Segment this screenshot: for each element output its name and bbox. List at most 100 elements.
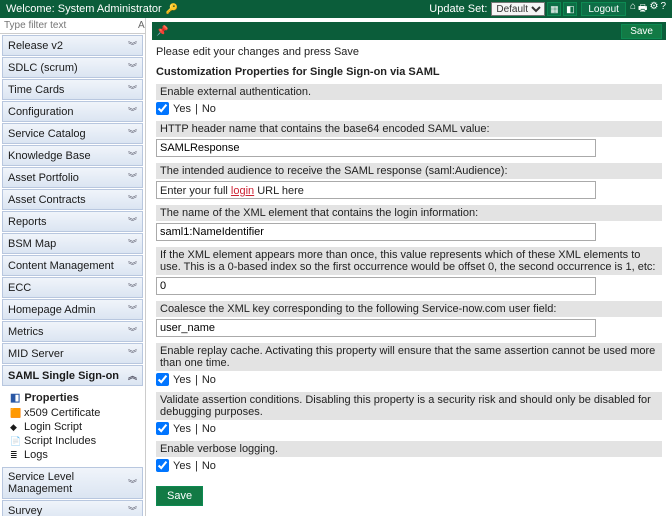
sidebar-link-x509[interactable]: 🟧x509 Certificate — [10, 406, 141, 420]
header-name-input[interactable] — [156, 139, 596, 157]
home-icon[interactable]: ⌂ — [630, 1, 636, 18]
key-icon: 🔑 — [166, 4, 178, 15]
help-icon[interactable]: ? — [660, 1, 666, 18]
prop-verbose-label: Enable verbose logging. — [156, 441, 662, 457]
sidebar-item[interactable]: SDLC (scrum) ︾ — [2, 57, 143, 78]
properties-icon: ◧ — [10, 391, 20, 404]
prop-enable-auth-control: Yes|No — [156, 102, 662, 115]
print-icon[interactable]: 🖶 — [638, 1, 647, 18]
pin-icon[interactable]: 📌 — [156, 26, 168, 37]
sidebar-subtree: ◧ Properties 🟧x509 Certificate ◆Login Sc… — [0, 387, 145, 466]
chevron-down-icon: ︾ — [128, 237, 137, 250]
sidebar-item-label: Release v2 — [8, 40, 63, 52]
sidebar-item-label: Reports — [8, 216, 47, 228]
sidebar-item[interactable]: MID Server ︾ — [2, 343, 143, 364]
chevron-down-icon: ︾ — [128, 171, 137, 184]
chevron-down-icon: ︾ — [128, 83, 137, 96]
verbose-checkbox[interactable] — [156, 459, 169, 472]
filter-input[interactable] — [4, 20, 136, 31]
sidebar-link-logs[interactable]: ≣Logs — [10, 448, 141, 462]
debug-icon[interactable]: ⚙ — [649, 1, 658, 18]
sidebar-item[interactable]: Homepage Admin ︾ — [2, 299, 143, 320]
chevron-down-icon: ︾ — [128, 347, 137, 360]
chevron-down-icon: ︾ — [128, 149, 137, 162]
sidebar-item-label: SAML Single Sign-on — [8, 370, 119, 382]
chevron-down-icon: ︾ — [128, 259, 137, 272]
prop-verbose-control: Yes|No — [156, 459, 662, 472]
sidebar-link-script-includes[interactable]: 📄Script Includes — [10, 434, 141, 448]
chevron-down-icon: ︾ — [128, 39, 137, 52]
audience-input[interactable]: Enter your full login URL here — [156, 181, 596, 199]
sidebar-item[interactable]: Service Catalog ︾ — [2, 123, 143, 144]
prop-audience-label: The intended audience to receive the SAM… — [156, 163, 662, 179]
certificate-icon: 🟧 — [10, 408, 20, 419]
sidebar-item-label: Content Management — [8, 260, 114, 272]
userfield-input[interactable] — [156, 319, 596, 337]
update-set-select[interactable]: Default — [491, 2, 545, 16]
sidebar-sub-properties[interactable]: ◧ Properties — [10, 389, 141, 406]
sidebar-item[interactable]: BSM Map ︾ — [2, 233, 143, 254]
sidebar-item-saml-sso[interactable]: SAML Single Sign-on ︽ — [2, 365, 143, 386]
enable-auth-checkbox[interactable] — [156, 102, 169, 115]
chevron-down-icon: ︾ — [128, 193, 137, 206]
update-set-view-button[interactable]: ▦ — [547, 2, 561, 16]
prop-userfield-label: Coalesce the XML key corresponding to th… — [156, 301, 662, 317]
sidebar-item[interactable]: ECC ︾ — [2, 277, 143, 298]
sidebar-item-label: MID Server — [8, 348, 64, 360]
welcome-text: Welcome: System Administrator 🔑 — [6, 3, 429, 15]
content-toolbar: 📌 Save — [152, 22, 666, 40]
assert-checkbox[interactable] — [156, 422, 169, 435]
sidebar-item[interactable]: Reports ︾ — [2, 211, 143, 232]
sidebar-item[interactable]: Asset Contracts︾ — [2, 189, 143, 210]
sidebar-item[interactable]: Metrics ︾ — [2, 321, 143, 342]
sidebar-item-label: Metrics — [8, 326, 43, 338]
sidebar-item[interactable]: Service Level Management︾ — [2, 467, 143, 499]
sidebar-item-label: Knowledge Base — [8, 150, 91, 162]
prop-login-elem-label: The name of the XML element that contain… — [156, 205, 662, 221]
sidebar-item[interactable]: Asset Portfolio ︾ — [2, 167, 143, 188]
chevron-down-icon: ︾ — [128, 61, 137, 74]
sidebar-item[interactable]: Knowledge Base ︾ — [2, 145, 143, 166]
sidebar-item-label: Configuration — [8, 106, 73, 118]
logout-button[interactable]: Logout — [581, 2, 626, 16]
sidebar-item-label: BSM Map — [8, 238, 56, 250]
welcome-label: Welcome: System Administrator — [6, 3, 162, 15]
sidebar-item-label: ECC — [8, 282, 31, 294]
chevron-down-icon: ︾ — [128, 325, 137, 338]
filter-bar: A A ☆ ↻ — [0, 18, 145, 34]
sidebar-item-label: Asset Portfolio — [8, 172, 79, 184]
update-set-label: Update Set: — [429, 3, 487, 15]
replay-checkbox[interactable] — [156, 373, 169, 386]
sidebar-item[interactable]: Configuration︾ — [2, 101, 143, 122]
header-icon-group: ⌂ 🖶 ⚙ ? — [630, 1, 666, 18]
save-button-bottom[interactable]: Save — [156, 486, 203, 506]
logs-icon: ≣ — [10, 450, 20, 461]
script-includes-icon: 📄 — [10, 436, 20, 447]
script-icon: ◆ — [10, 422, 20, 433]
login-elem-input[interactable] — [156, 223, 596, 241]
chevron-down-icon: ︾ — [128, 477, 137, 490]
sidebar-item[interactable]: Release v2 ︾ — [2, 35, 143, 56]
login-url-link[interactable]: login — [231, 185, 254, 197]
prop-replay-label: Enable replay cache. Activating this pro… — [156, 343, 662, 371]
update-set-pick-button[interactable]: ◧ — [563, 2, 577, 16]
prop-assert-control: Yes|No — [156, 422, 662, 435]
chevron-down-icon: ︾ — [128, 127, 137, 140]
sidebar-item[interactable]: Time Cards ︾ — [2, 79, 143, 100]
chevron-down-icon: ︾ — [128, 303, 137, 316]
save-button-top[interactable]: Save — [621, 24, 662, 39]
prop-assert-label: Validate assertion conditions. Disabling… — [156, 392, 662, 420]
chevron-down-icon: ︾ — [128, 504, 137, 516]
sidebar-item-label: Homepage Admin — [8, 304, 95, 316]
chevron-down-icon: ︾ — [128, 215, 137, 228]
text-size-small-icon[interactable]: A — [138, 20, 145, 31]
sidebar-item[interactable]: Survey︾ — [2, 500, 143, 516]
sidebar-item[interactable]: Content Management ︾ — [2, 255, 143, 276]
chevron-down-icon: ︾ — [128, 281, 137, 294]
sidebar-item-label: Time Cards — [8, 84, 64, 96]
index-input[interactable] — [156, 277, 596, 295]
sidebar-link-login-script[interactable]: ◆Login Script — [10, 420, 141, 434]
prop-enable-auth-label: Enable external authentication. — [156, 84, 662, 100]
sidebar-item-label: Service Catalog — [8, 128, 86, 140]
sidebar-item-label: SDLC (scrum) — [8, 62, 78, 74]
